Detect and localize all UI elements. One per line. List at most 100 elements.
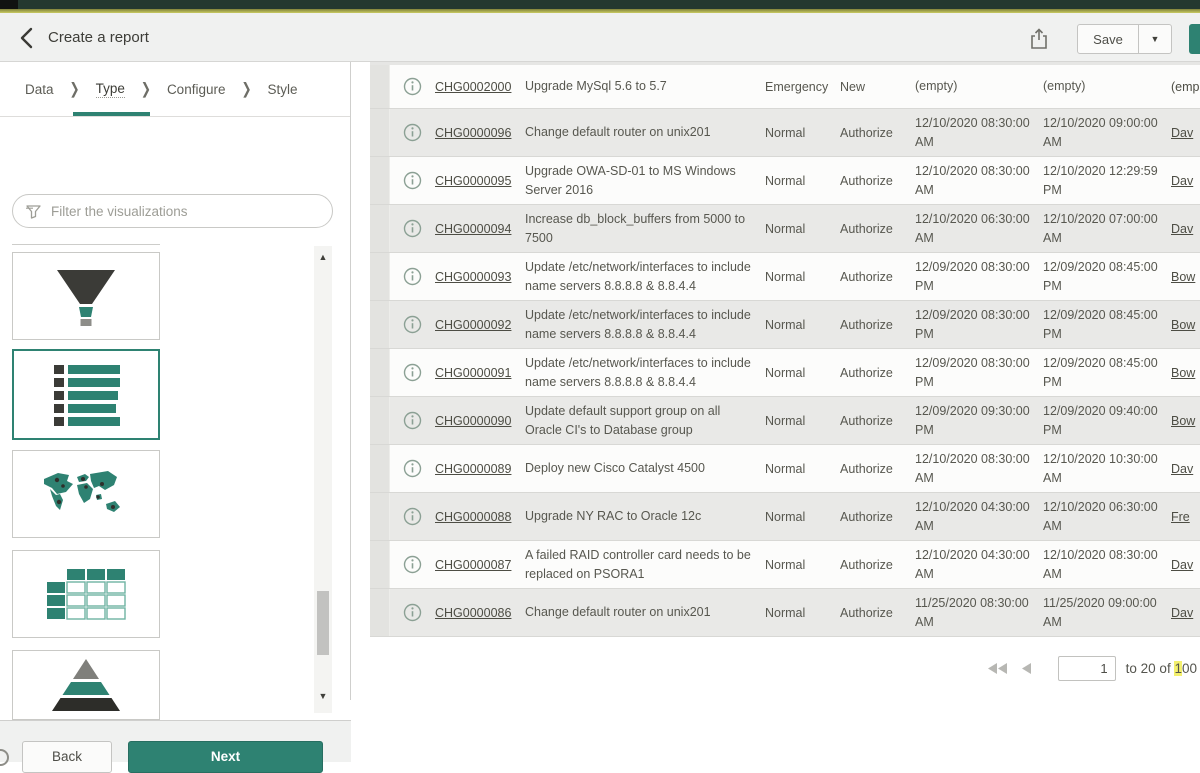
browser-top-strip: [0, 0, 1200, 9]
filter-input[interactable]: [51, 204, 332, 219]
record-description: Deploy new Cisco Catalyst 4500: [525, 459, 765, 477]
record-number-link[interactable]: CHG0000092: [435, 318, 511, 332]
viz-list-scrollbar[interactable]: ▲ ▼: [314, 246, 332, 713]
viz-thumb-map[interactable]: [12, 450, 160, 538]
record-number-link[interactable]: CHG0000096: [435, 126, 511, 140]
report-designer-panel: Data ❯ Type ❯ Configure ❯ Style: [0, 62, 351, 700]
step-configure[interactable]: Configure: [167, 82, 226, 97]
scrollbar-thumb[interactable]: [317, 591, 329, 655]
record-number-link[interactable]: CHG0000088: [435, 510, 511, 524]
step-type[interactable]: Type: [96, 81, 125, 98]
first-page-button[interactable]: [988, 663, 1008, 674]
record-start-date: 12/10/2020 08:30:00 AM: [915, 450, 1043, 486]
list-icon: [46, 363, 126, 427]
record-number-link[interactable]: CHG0000089: [435, 462, 511, 476]
record-number-link[interactable]: CHG0000090: [435, 414, 511, 428]
record-start-date: 11/25/2020 08:30:00 AM: [915, 594, 1043, 630]
record-assigned-link[interactable]: Dav: [1171, 558, 1193, 572]
viz-thumb-list[interactable]: [12, 349, 160, 440]
record-end-date: (empty): [1043, 77, 1171, 95]
scroll-up-icon[interactable]: ▲: [317, 252, 329, 262]
viz-thumb-pivot-table[interactable]: [12, 550, 160, 638]
next-button[interactable]: Next: [128, 741, 323, 773]
record-start-date: (empty): [915, 77, 1043, 95]
record-info-icon[interactable]: [403, 411, 422, 430]
chevron-right-icon: ❯: [141, 80, 151, 98]
back-arrow-icon[interactable]: [14, 25, 42, 51]
back-button[interactable]: Back: [22, 741, 112, 773]
record-start-date: 12/10/2020 08:30:00 AM: [915, 162, 1043, 198]
record-assigned-link[interactable]: Dav: [1171, 126, 1193, 140]
record-info-icon[interactable]: [403, 219, 422, 238]
record-info-icon[interactable]: [403, 123, 422, 142]
row-gutter: [370, 301, 390, 348]
record-priority: Normal: [765, 462, 840, 476]
row-gutter: [370, 157, 390, 204]
record-description: Upgrade NY RAC to Oracle 12c: [525, 507, 765, 525]
record-assigned-link[interactable]: Dav: [1171, 222, 1193, 236]
record-priority: Normal: [765, 270, 840, 284]
record-info-icon[interactable]: [403, 315, 422, 334]
record-priority: Normal: [765, 222, 840, 236]
record-number-link[interactable]: CHG0000087: [435, 558, 511, 572]
record-description: Increase db_block_buffers from 5000 to 7…: [525, 210, 765, 246]
record-assigned-link[interactable]: Bow: [1171, 318, 1195, 332]
funnel-chart-icon: [46, 265, 126, 327]
help-icon[interactable]: [0, 749, 9, 766]
record-priority: Normal: [765, 366, 840, 380]
record-priority: Normal: [765, 318, 840, 332]
previous-page-button[interactable]: [1022, 663, 1032, 674]
record-number-link[interactable]: CHG0000093: [435, 270, 511, 284]
record-priority: Normal: [765, 606, 840, 620]
record-info-icon[interactable]: [403, 507, 422, 526]
chevron-right-icon: ❯: [70, 80, 80, 98]
record-info-icon[interactable]: [403, 603, 422, 622]
table-row: CHG0000096 Change default router on unix…: [370, 109, 1200, 157]
row-gutter: [370, 349, 390, 396]
record-description: Update /etc/network/interfaces to includ…: [525, 306, 765, 342]
record-state: Authorize: [840, 558, 915, 572]
record-info-icon[interactable]: [403, 77, 422, 96]
visualization-list: ▲ ▼: [0, 240, 351, 720]
record-info-icon[interactable]: [403, 171, 422, 190]
record-assigned-link[interactable]: Dav: [1171, 462, 1193, 476]
record-assigned-link[interactable]: Dav: [1171, 606, 1193, 620]
pivot-table-icon: [43, 566, 129, 622]
record-assigned-link[interactable]: Bow: [1171, 366, 1195, 380]
record-assigned-link[interactable]: Bow: [1171, 270, 1195, 284]
step-data[interactable]: Data: [25, 82, 54, 97]
record-info-icon[interactable]: [403, 459, 422, 478]
record-number-link[interactable]: CHG0000094: [435, 222, 511, 236]
viz-thumb-pyramid[interactable]: [12, 650, 160, 720]
record-number-link[interactable]: CHG0000091: [435, 366, 511, 380]
save-dropdown-caret[interactable]: ▼: [1139, 25, 1171, 53]
record-number-link[interactable]: CHG0000095: [435, 174, 511, 188]
record-assigned-link[interactable]: Bow: [1171, 414, 1195, 428]
record-info-icon[interactable]: [403, 267, 422, 286]
list-pagination: to 20 of 100: [370, 642, 1200, 700]
record-info-icon[interactable]: [403, 363, 422, 382]
record-end-date: 12/10/2020 10:30:00 AM: [1043, 450, 1171, 486]
record-assigned-link[interactable]: Fre: [1171, 510, 1190, 524]
record-start-date: 12/10/2020 04:30:00 AM: [915, 546, 1043, 582]
record-assigned-link[interactable]: Dav: [1171, 174, 1193, 188]
record-state: Authorize: [840, 222, 915, 236]
records-table-body: CHG0002000 Upgrade MySql 5.6 to 5.7 Emer…: [370, 65, 1200, 637]
record-info-icon[interactable]: [403, 555, 422, 574]
record-state: Authorize: [840, 126, 915, 140]
save-button[interactable]: Save: [1078, 25, 1139, 53]
viz-thumb-funnel[interactable]: [12, 252, 160, 340]
share-icon[interactable]: [1028, 26, 1052, 52]
cutoff-primary-button[interactable]: [1189, 24, 1200, 54]
record-number-link[interactable]: CHG0002000: [435, 80, 511, 94]
row-gutter: [370, 445, 390, 492]
table-row: CHG0000095 Upgrade OWA-SD-01 to MS Windo…: [370, 157, 1200, 205]
row-gutter: [370, 205, 390, 252]
table-row: CHG0000092 Update /etc/network/interface…: [370, 301, 1200, 349]
step-style[interactable]: Style: [268, 82, 298, 97]
active-step-indicator: [73, 112, 150, 116]
record-priority: Emergency: [765, 80, 840, 94]
record-number-link[interactable]: CHG0000086: [435, 606, 511, 620]
page-number-input[interactable]: [1058, 656, 1116, 681]
visualization-filter: [12, 194, 333, 228]
